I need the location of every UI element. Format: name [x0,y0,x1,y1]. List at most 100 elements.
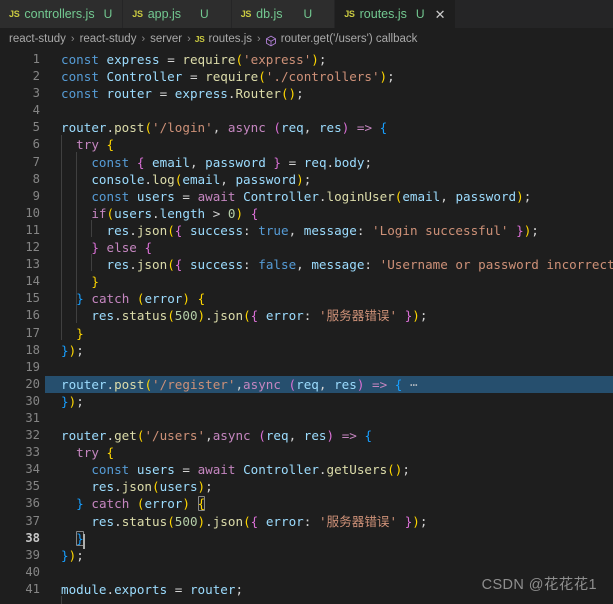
git-status-badge: U [303,7,313,21]
line-content: router.post('/register',async (req, res)… [45,375,613,393]
line-content: res.status(500).json({ error: '服务器错误' })… [91,308,428,324]
line-content: const users = await Controller.loginUser… [91,188,532,204]
git-status-badge: U [103,7,113,21]
git-status-badge: U [415,7,425,21]
line-content [45,564,613,581]
close-icon[interactable]: ✕ [435,8,446,21]
line-content [45,102,613,119]
line-content: } [91,274,99,290]
line-content: }); [61,342,84,358]
line-number: 31 [25,410,40,425]
code-line[interactable]: 1 const express = require('express'); [0,51,613,68]
js-file-icon: JS [194,33,205,44]
line-content: }); [61,393,84,409]
editor-tab-controllers-js[interactable]: JS controllers.js U [0,0,124,28]
line-content: res.json(users); [91,479,213,495]
code-line[interactable]: 33 try { [0,444,613,461]
line-content: const users = await Controller.getUsers(… [91,462,410,478]
code-line[interactable]: 15 } catch (error) { [0,290,613,307]
line-number: 18 [25,342,40,357]
editor-tab-routes-js[interactable]: JS routes.js U ✕ [335,0,457,28]
code-line[interactable]: 32 router.get('/users',async (req, res) … [0,427,613,444]
code-line[interactable]: 3 const router = express.Router(); [0,85,613,102]
line-content: } catch (error) { [76,291,206,307]
line-content: const router = express.Router(); [61,86,304,102]
code-line[interactable]: 8 console.log(email, password); [0,171,613,188]
line-content: } catch (error) { [76,496,206,512]
code-line[interactable]: 11 res.json({ success: true, message: 'L… [0,222,613,239]
code-line[interactable]: 9 const users = await Controller.loginUs… [0,188,613,205]
line-number: 10 [25,205,40,220]
js-file-icon: JS [132,9,143,19]
tab-bar-empty-space [456,0,613,28]
code-line[interactable]: 4 [0,102,613,119]
code-line-current[interactable]: 38 } [0,530,613,549]
line-content: }); [61,547,84,563]
js-file-icon: JS [344,9,355,19]
line-content: try { [76,137,115,153]
line-number: 7 [32,154,40,169]
line-content: const { email, password } = req.body; [91,154,373,170]
breadcrumb-item-3[interactable]: routes.js [208,33,253,45]
line-number: 6 [32,137,40,152]
code-line[interactable]: 14 } [0,273,613,290]
symbol-method-icon [265,35,277,47]
code-line[interactable]: 16 res.status(500).json({ error: '服务器错误'… [0,307,613,324]
line-content: const Controller = require('./controller… [61,69,395,85]
code-line-folded[interactable]: 20› router.post('/register',async (req, … [0,375,613,393]
code-line[interactable]: 31 [0,410,613,427]
code-line[interactable]: 40 [0,564,613,581]
code-line[interactable]: 19 [0,359,613,376]
chevron-right-icon: › [70,32,75,45]
editor-tab-app-js[interactable]: JS app.js U [123,0,232,28]
line-number: 35 [25,479,40,494]
line-number: 5 [32,120,40,135]
line-content: } else { [91,240,153,256]
breadcrumb-item-0[interactable]: react-study [8,33,67,45]
code-line[interactable]: 36 } catch (error) { [0,495,613,512]
code-line[interactable]: 10 if(users.length > 0) { [0,205,613,222]
code-line[interactable]: 13 res.json({ success: false, message: '… [0,256,613,273]
breadcrumb-item-2[interactable]: server [149,33,183,45]
line-content: res.json({ success: true, message: 'Logi… [106,222,539,238]
line-content: module.exports = router; [61,581,244,597]
chevron-right-icon: › [141,32,146,45]
line-number: 40 [25,564,40,579]
line-number: 39 [25,547,40,562]
code-line[interactable]: 39 }); [0,547,613,564]
code-line[interactable]: 18 }); [0,342,613,359]
line-content: try { [76,445,115,461]
code-line[interactable]: 30 }); [0,393,613,410]
js-file-icon: JS [240,9,252,19]
line-number: 33 [25,445,40,460]
line-number: 36 [25,496,40,511]
code-line[interactable]: 34 const users = await Controller.getUse… [0,461,613,478]
code-line[interactable]: 5 router.post('/login', async (req, res)… [0,119,613,136]
line-content: console.log(email, password); [91,171,312,187]
line-content: router.post('/login', async (req, res) =… [61,120,388,136]
breadcrumb-item-1[interactable]: react-study [79,33,138,45]
line-number: 32 [25,428,40,443]
breadcrumb-item-4[interactable]: router.get('/users') callback [280,33,419,45]
editor-tab-label: controllers.js [24,7,95,21]
code-line[interactable]: 41 module.exports = router; [0,581,613,598]
editor-tab-label: routes.js [359,7,407,21]
code-line[interactable]: 2 const Controller = require('./controll… [0,68,613,85]
code-line[interactable]: 12 } else { [0,239,613,256]
code-line[interactable]: 6 try { [0,136,613,153]
line-number: 8 [32,171,40,186]
line-number: 12 [25,240,40,255]
line-content: res.status(500).json({ error: '服务器错误' })… [91,513,428,529]
line-number: 1 [32,52,40,66]
code-line[interactable]: 37 res.status(500).json({ error: '服务器错误'… [0,513,613,530]
code-line[interactable]: 17 } [0,325,613,342]
git-status-badge: U [200,7,209,21]
code-line[interactable]: 7 const { email, password } = req.body; [0,154,613,171]
line-content: res.json({ success: false, message: 'Use… [106,257,613,273]
code-line[interactable]: 35 res.json(users); [0,478,613,495]
editor-tab-db-js[interactable]: JS db.js U [231,0,336,28]
editor-tab-bar: JS controllers.js U JS app.js U JS db.js… [0,0,613,28]
code-editor[interactable]: 1 const express = require('express'); 2 … [0,49,613,604]
line-content [45,410,613,427]
line-number: 2 [32,69,40,84]
